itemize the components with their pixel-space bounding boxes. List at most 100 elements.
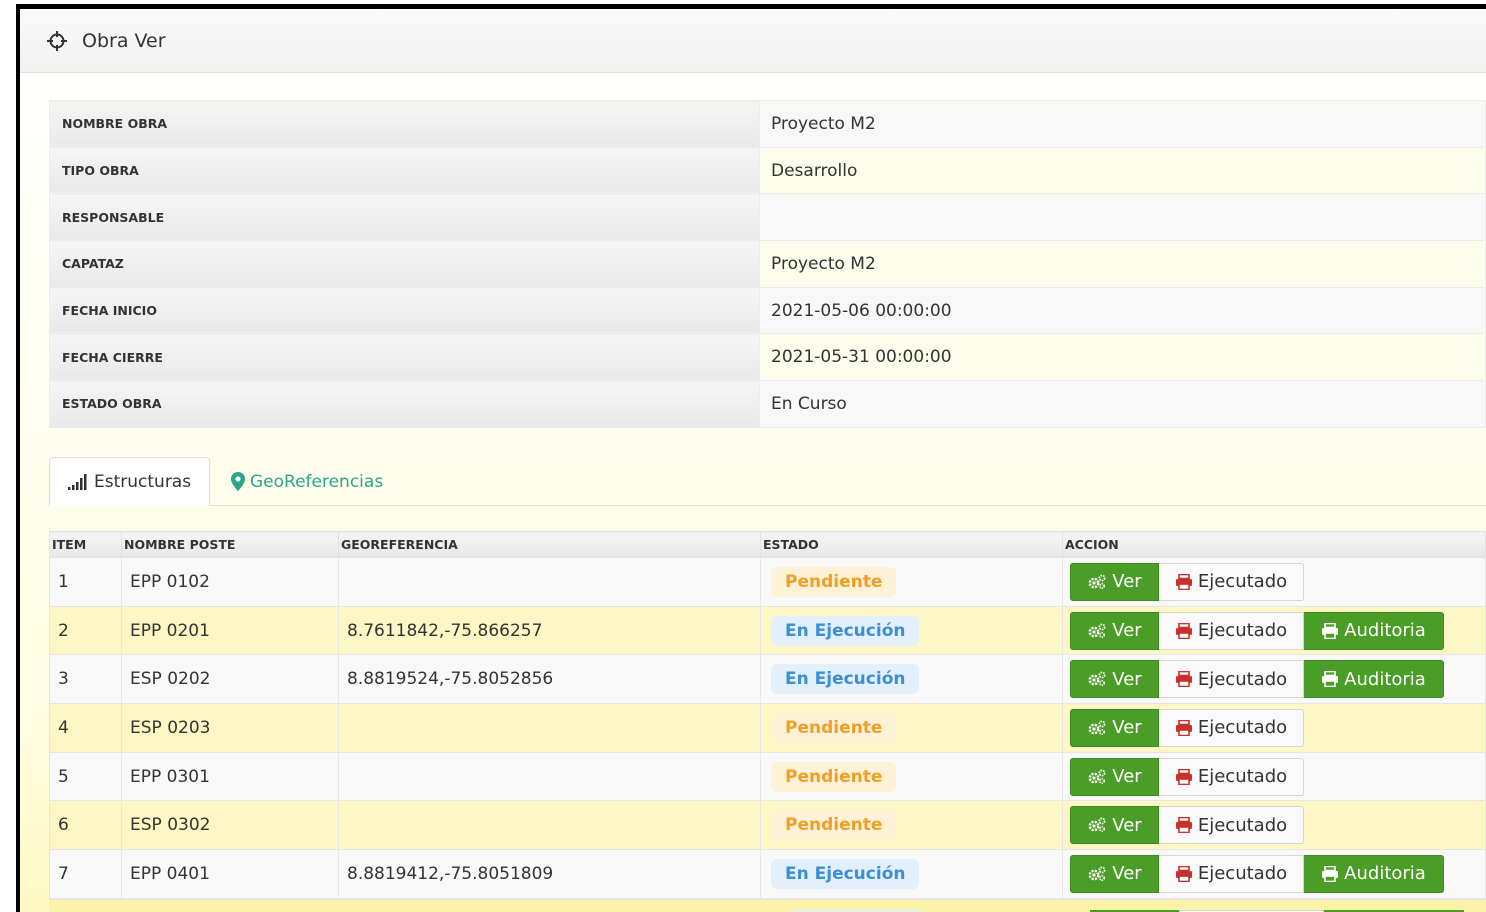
tab-georeferencias[interactable]: GeoReferencias bbox=[231, 457, 383, 506]
ejecutado-button[interactable]: Ejecutado bbox=[1159, 854, 1304, 893]
gears-icon bbox=[1087, 817, 1107, 833]
print-icon bbox=[1175, 671, 1193, 688]
auditoria-button-label: Auditoria bbox=[1344, 620, 1426, 642]
ver-button-label: Ver bbox=[1112, 863, 1142, 885]
ejecutado-button[interactable]: Ejecutado bbox=[1159, 757, 1304, 796]
auditoria-button[interactable]: Auditoria bbox=[1304, 854, 1444, 893]
gears-icon bbox=[1087, 769, 1107, 785]
table-row: 3 ESP 0202 8.8819524,-75.8052856 En Ejecuci… bbox=[49, 654, 1486, 705]
cell-item: 2 bbox=[49, 605, 122, 656]
panel-header: Obra Ver bbox=[20, 9, 1486, 73]
print-icon bbox=[1175, 573, 1193, 590]
cell-item: 5 bbox=[49, 751, 122, 802]
signal-bars-icon bbox=[67, 473, 89, 491]
cell-accion: Ver Ejecutado bbox=[1062, 751, 1486, 802]
table-row: 7 EPP 0401 8.8819412,-75.8051809 En Ejecuci… bbox=[49, 849, 1486, 899]
ver-button[interactable]: Ver bbox=[1070, 708, 1159, 747]
ejecutado-button-label: Ejecutado bbox=[1197, 620, 1288, 642]
detail-value: Proyecto M2 bbox=[759, 240, 1486, 288]
cell-georeferencia bbox=[338, 751, 761, 802]
cell-item: 6 bbox=[49, 800, 122, 851]
cell-georeferencia bbox=[338, 703, 761, 753]
cell-estado: En Ejecución bbox=[760, 654, 1063, 705]
cell-item: 3 bbox=[49, 654, 122, 705]
detail-label: TIPO OBRA bbox=[49, 146, 760, 195]
cell-accion: Ver Ejecutado bbox=[1062, 557, 1486, 607]
auditoria-button-label: Auditoria bbox=[1344, 863, 1426, 885]
cell-item: 7 bbox=[49, 849, 122, 899]
detail-value: 2021-05-06 00:00:00 bbox=[759, 286, 1486, 335]
ver-button[interactable]: Ver bbox=[1070, 806, 1159, 845]
gears-icon bbox=[1087, 720, 1107, 736]
obra-detail-table: NOMBRE OBRA Proyecto M2 TIPO OBRA Desarroll… bbox=[49, 100, 1486, 428]
cell-accion: Ver Ejecutado Auditoria bbox=[1062, 654, 1486, 705]
cell-georeferencia: 8.8819524,-75.8052856 bbox=[338, 654, 761, 705]
cell-estado: Pendiente bbox=[760, 751, 1063, 802]
table-row: 5 EPP 0301 Pendiente Ver Ejecutado bbox=[49, 751, 1486, 802]
tab-estructuras[interactable]: Estructuras bbox=[49, 457, 210, 506]
ejecutado-button[interactable]: Ejecutado bbox=[1159, 562, 1304, 601]
cell-georeferencia: 8.7611842,-75.866257 bbox=[338, 605, 761, 656]
ejecutado-button-label: Ejecutado bbox=[1197, 863, 1288, 885]
detail-value: En Curso bbox=[759, 380, 1486, 428]
status-badge: Pendiente bbox=[771, 712, 897, 743]
cell-estado: Pendiente bbox=[760, 703, 1063, 753]
cell-nombre-poste: EPP 0401 bbox=[121, 849, 339, 899]
status-badge: Pendiente bbox=[771, 810, 897, 841]
detail-value bbox=[759, 193, 1486, 242]
gears-icon bbox=[1087, 623, 1107, 639]
auditoria-button[interactable]: Auditoria bbox=[1304, 611, 1444, 650]
action-button-group: Ver Ejecutado bbox=[1070, 757, 1304, 796]
ver-button[interactable]: Ver bbox=[1070, 854, 1159, 893]
detail-label: NOMBRE OBRA bbox=[49, 100, 760, 148]
ver-button-label: Ver bbox=[1112, 668, 1142, 690]
cell-estado: Pendiente bbox=[760, 557, 1063, 607]
status-badge: En Ejecución bbox=[771, 664, 920, 695]
cell-nombre-poste: EPP 0102 bbox=[121, 557, 339, 607]
column-header-accion: ACCION bbox=[1062, 531, 1486, 558]
ver-button[interactable]: Ver bbox=[1070, 757, 1159, 796]
action-button-group: Ver Ejecutado Auditoria bbox=[1070, 854, 1444, 893]
cell-georeferencia bbox=[338, 557, 761, 607]
print-icon bbox=[1175, 719, 1193, 736]
column-header-estado[interactable]: ESTADO bbox=[760, 531, 1063, 558]
ejecutado-button-label: Ejecutado bbox=[1197, 766, 1288, 788]
ejecutado-button-label: Ejecutado bbox=[1197, 717, 1288, 739]
detail-label: ESTADO OBRA bbox=[49, 380, 760, 428]
detail-row: ESTADO OBRA En Curso bbox=[49, 380, 1486, 428]
auditoria-button-label: Auditoria bbox=[1344, 668, 1426, 690]
detail-label: FECHA INICIO bbox=[49, 286, 760, 335]
table-header-row: ITEM NOMBRE POSTE GEOREFERENCIA ESTADO A… bbox=[49, 531, 1486, 558]
cell-nombre-poste: EPP 0301 bbox=[121, 751, 339, 802]
column-header-nombre-poste[interactable]: NOMBRE POSTE bbox=[121, 531, 339, 558]
column-header-item[interactable]: ITEM bbox=[49, 531, 122, 558]
column-header-georeferencia[interactable]: GEOREFERENCIA bbox=[338, 531, 761, 558]
window-border-left bbox=[16, 4, 20, 912]
ejecutado-button-label: Ejecutado bbox=[1197, 571, 1288, 593]
detail-label: CAPATAZ bbox=[49, 240, 760, 288]
auditoria-button[interactable]: Auditoria bbox=[1304, 660, 1444, 699]
ejecutado-button[interactable]: Ejecutado bbox=[1159, 806, 1304, 845]
ver-button[interactable]: Ver bbox=[1070, 660, 1159, 699]
table-row: 2 EPP 0201 8.7611842,-75.866257 En Ejecució… bbox=[49, 605, 1486, 656]
ver-button-label: Ver bbox=[1112, 814, 1142, 836]
ejecutado-button[interactable]: Ejecutado bbox=[1159, 611, 1304, 650]
ver-button-label: Ver bbox=[1112, 571, 1142, 593]
ejecutado-button[interactable]: Ejecutado bbox=[1159, 708, 1304, 747]
table-row-partial bbox=[49, 899, 1486, 912]
ver-button[interactable]: Ver bbox=[1070, 562, 1159, 601]
detail-row: FECHA INICIO 2021-05-06 00:00:00 bbox=[49, 286, 1486, 335]
cell-estado: En Ejecución bbox=[760, 605, 1063, 656]
cell-estado: Pendiente bbox=[760, 800, 1063, 851]
table-row: 6 ESP 0302 Pendiente Ver Ejecutado bbox=[49, 800, 1486, 851]
ver-button-label: Ver bbox=[1112, 766, 1142, 788]
page-title: Obra Ver bbox=[82, 29, 166, 52]
ejecutado-button-label: Ejecutado bbox=[1197, 814, 1288, 836]
detail-row: RESPONSABLE bbox=[49, 193, 1486, 242]
print-icon bbox=[1321, 671, 1339, 688]
status-badge: Pendiente bbox=[771, 566, 897, 597]
ejecutado-button[interactable]: Ejecutado bbox=[1159, 660, 1304, 699]
action-button-group: Ver Ejecutado bbox=[1070, 708, 1304, 747]
ver-button[interactable]: Ver bbox=[1070, 611, 1159, 650]
detail-row: TIPO OBRA Desarrollo bbox=[49, 146, 1486, 195]
